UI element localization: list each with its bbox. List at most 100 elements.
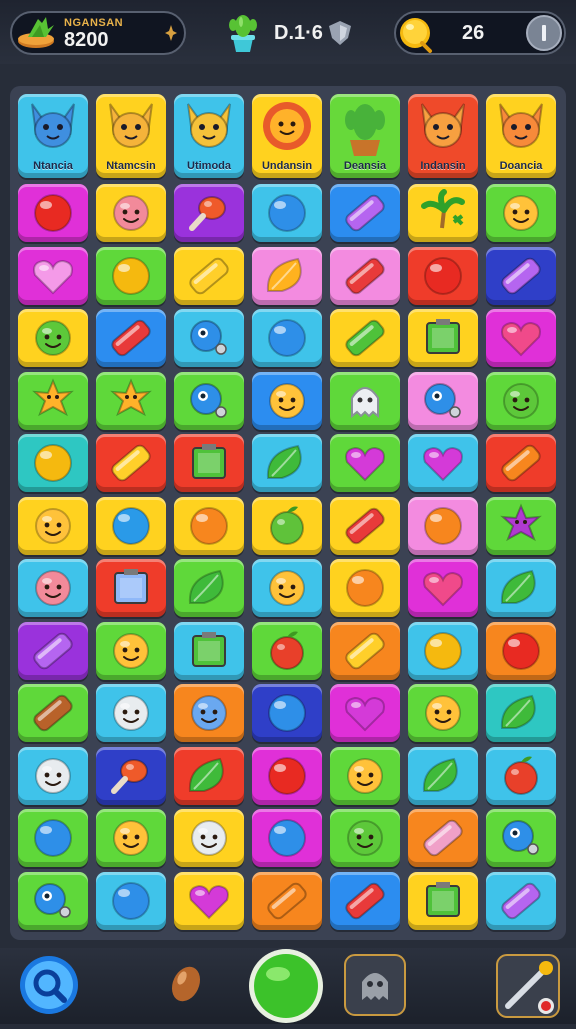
- character-tile[interactable]: Undansin: [252, 94, 322, 178]
- character-tile[interactable]: Doancia: [486, 94, 556, 178]
- board-tile[interactable]: [18, 184, 88, 242]
- board-tile[interactable]: [408, 309, 478, 367]
- board-tile[interactable]: [18, 684, 88, 742]
- board-tile[interactable]: [330, 746, 400, 805]
- board-tile[interactable]: [486, 684, 556, 742]
- board-tile[interactable]: [408, 496, 478, 555]
- board-tile[interactable]: [330, 871, 400, 930]
- board-tile[interactable]: [96, 309, 166, 367]
- board-tile[interactable]: [486, 246, 556, 305]
- board-tile[interactable]: [174, 246, 244, 305]
- board-tile[interactable]: [96, 746, 166, 805]
- board-tile[interactable]: [252, 371, 322, 430]
- board-tile[interactable]: [96, 809, 166, 867]
- board-tile[interactable]: [18, 621, 88, 680]
- board-tile[interactable]: [174, 684, 244, 742]
- board-tile[interactable]: [252, 684, 322, 742]
- board-tile[interactable]: [486, 871, 556, 930]
- board-tile[interactable]: [96, 434, 166, 492]
- board-tile[interactable]: [18, 559, 88, 617]
- board-tile[interactable]: [408, 746, 478, 805]
- board-tile[interactable]: [408, 184, 478, 242]
- board-tile[interactable]: [174, 809, 244, 867]
- board-tile[interactable]: [18, 746, 88, 805]
- board-tile[interactable]: [96, 621, 166, 680]
- board-tile[interactable]: [252, 746, 322, 805]
- orange-ball-icon: [346, 569, 384, 607]
- board-tile[interactable]: [408, 434, 478, 492]
- board-tile[interactable]: [486, 496, 556, 555]
- board-tile[interactable]: [252, 496, 322, 555]
- board-tile[interactable]: [96, 496, 166, 555]
- board-tile[interactable]: [174, 309, 244, 367]
- board-tile[interactable]: [252, 184, 322, 242]
- character-tile[interactable]: Ntancia: [18, 94, 88, 178]
- board-tile[interactable]: [18, 434, 88, 492]
- ghost-button[interactable]: [344, 954, 406, 1016]
- board-tile[interactable]: [174, 496, 244, 555]
- seed-button[interactable]: [166, 960, 206, 1008]
- board-tile[interactable]: [96, 871, 166, 930]
- board-tile[interactable]: [330, 371, 400, 430]
- board-tile[interactable]: [18, 309, 88, 367]
- board-tile[interactable]: [252, 621, 322, 680]
- board-tile[interactable]: [330, 496, 400, 555]
- board-tile[interactable]: [486, 559, 556, 617]
- board-tile[interactable]: [408, 684, 478, 742]
- board-tile[interactable]: [96, 684, 166, 742]
- board-tile[interactable]: [330, 434, 400, 492]
- pause-button[interactable]: [526, 15, 562, 51]
- board-tile[interactable]: [330, 246, 400, 305]
- board-tile[interactable]: [408, 871, 478, 930]
- board-tile[interactable]: [330, 559, 400, 617]
- board-tile[interactable]: [174, 746, 244, 805]
- board-tile[interactable]: [174, 184, 244, 242]
- board-tile[interactable]: [174, 621, 244, 680]
- board-tile[interactable]: [18, 871, 88, 930]
- character-tile[interactable]: Utimoda: [174, 94, 244, 178]
- board-tile[interactable]: [96, 559, 166, 617]
- board-tile[interactable]: [252, 309, 322, 367]
- character-tile[interactable]: Deansia: [330, 94, 400, 178]
- board-tile[interactable]: [330, 684, 400, 742]
- board-tile[interactable]: [96, 184, 166, 242]
- board-tile[interactable]: [174, 434, 244, 492]
- board-tile[interactable]: [18, 371, 88, 430]
- board-tile[interactable]: [408, 559, 478, 617]
- search-button[interactable]: [18, 954, 80, 1016]
- board-tile[interactable]: [96, 371, 166, 430]
- purple-heart-icon: [345, 696, 385, 732]
- board-tile[interactable]: [486, 371, 556, 430]
- board-tile[interactable]: [252, 434, 322, 492]
- board-tile[interactable]: [174, 871, 244, 930]
- board-tile[interactable]: [486, 434, 556, 492]
- board-tile[interactable]: [18, 809, 88, 867]
- board-tile[interactable]: [408, 371, 478, 430]
- board-tile[interactable]: [252, 559, 322, 617]
- board-tile[interactable]: [408, 809, 478, 867]
- board-tile[interactable]: [486, 809, 556, 867]
- board-tile[interactable]: [252, 246, 322, 305]
- board-tile[interactable]: [486, 746, 556, 805]
- character-tile[interactable]: Indansin: [408, 94, 478, 178]
- board-tile[interactable]: [486, 184, 556, 242]
- board-tile[interactable]: [486, 309, 556, 367]
- board-tile[interactable]: [330, 309, 400, 367]
- red-candy-icon: [111, 319, 151, 357]
- board-tile[interactable]: [408, 246, 478, 305]
- board-tile[interactable]: [408, 621, 478, 680]
- board-tile[interactable]: [486, 621, 556, 680]
- board-tile[interactable]: [330, 809, 400, 867]
- board-tile[interactable]: [174, 559, 244, 617]
- board-tile[interactable]: [252, 809, 322, 867]
- board-tile[interactable]: [18, 246, 88, 305]
- board-tile[interactable]: [18, 496, 88, 555]
- board-tile[interactable]: [174, 371, 244, 430]
- board-tile[interactable]: [330, 184, 400, 242]
- character-tile[interactable]: Ntamcsin: [96, 94, 166, 178]
- wand-button[interactable]: [496, 954, 560, 1018]
- play-orb-button[interactable]: [248, 948, 324, 1024]
- board-tile[interactable]: [96, 246, 166, 305]
- board-tile[interactable]: [252, 871, 322, 930]
- board-tile[interactable]: [330, 621, 400, 680]
